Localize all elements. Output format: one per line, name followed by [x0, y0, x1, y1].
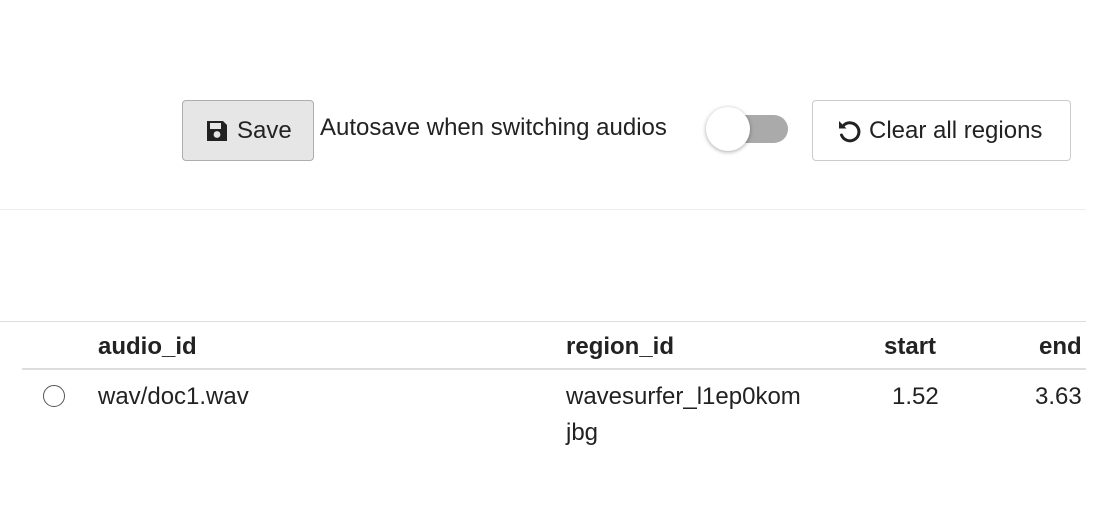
column-header-start[interactable]: start: [884, 333, 936, 361]
clear-all-regions-label: Clear all regions: [869, 116, 1043, 144]
toggle-knob[interactable]: [706, 107, 750, 151]
column-header-audio-id[interactable]: audio_id: [98, 333, 197, 361]
floppy-disk-icon: [205, 119, 229, 143]
row-select-radio[interactable]: [43, 385, 65, 407]
autosave-toggle[interactable]: [706, 107, 788, 151]
undo-arrow-icon: [835, 117, 863, 145]
cell-end: 3.63: [1035, 383, 1082, 410]
page: Save Autosave when switching audios Clea…: [0, 0, 1098, 518]
column-header-region-id[interactable]: region_id: [566, 333, 674, 361]
cell-audio-id: wav/doc1.wav: [98, 383, 249, 410]
cell-start: 1.52: [892, 383, 939, 410]
column-header-end[interactable]: end: [1039, 333, 1082, 361]
table-header-border: [22, 368, 1086, 370]
clear-all-regions-button[interactable]: Clear all regions: [812, 100, 1071, 161]
cell-region-id: wavesurfer_l1ep0komjbg: [566, 383, 801, 446]
save-button-label: Save: [237, 116, 292, 144]
autosave-label: Autosave when switching audios: [320, 114, 667, 141]
divider: [0, 209, 1086, 210]
table-top-border: [0, 321, 1086, 322]
save-button[interactable]: Save: [182, 100, 314, 161]
